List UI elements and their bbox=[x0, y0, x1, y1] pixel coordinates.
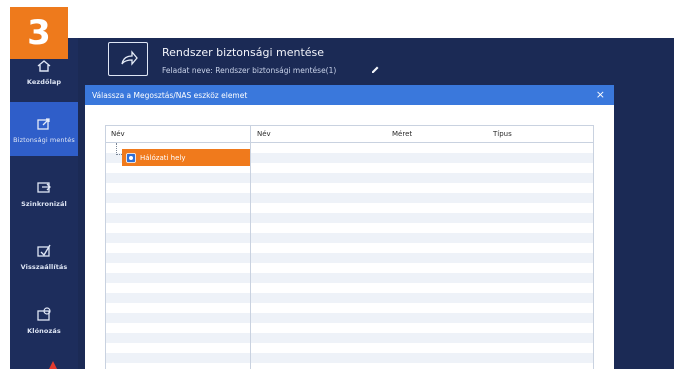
pencil-icon[interactable] bbox=[370, 65, 380, 75]
list-rows bbox=[251, 143, 593, 369]
list-column-headers: Név Méret Típus bbox=[251, 126, 593, 143]
app-window: Kezdőlap Biztonsági mentés Szinkronizál … bbox=[10, 38, 674, 369]
home-icon bbox=[37, 59, 51, 72]
tree-item-label: Hálózati hely bbox=[140, 153, 186, 162]
page-title: Rendszer biztonsági mentése bbox=[162, 46, 325, 59]
column-header-name: Név bbox=[111, 130, 125, 138]
backup-header-icon bbox=[108, 42, 148, 76]
network-location-icon bbox=[126, 152, 136, 163]
location-tree-panel: Név Hálózati hely bbox=[105, 125, 252, 369]
share-nas-dialog: Válassza a Megosztás/NAS eszköz elemet ×… bbox=[85, 85, 614, 369]
sidebar-item-label: Visszaállítás bbox=[20, 262, 68, 271]
sidebar-item-label: Klónozás bbox=[27, 326, 61, 335]
tree-rows bbox=[106, 143, 251, 369]
backup-icon bbox=[37, 117, 50, 130]
dialog-titlebar: Válassza a Megosztás/NAS eszköz elemet × bbox=[85, 85, 614, 105]
sidebar-item-sync[interactable]: Szinkronizál bbox=[10, 168, 78, 218]
sidebar-item-backup[interactable]: Biztonsági mentés bbox=[10, 102, 78, 156]
task-name-label: Feladat neve: Rendszer biztonsági mentés… bbox=[162, 66, 337, 75]
close-icon[interactable]: × bbox=[596, 88, 605, 101]
header: Rendszer biztonsági mentése Feladat neve… bbox=[78, 38, 674, 82]
sidebar-item-label: Kezdőlap bbox=[26, 77, 62, 86]
alert-icon bbox=[49, 361, 57, 369]
tree-item-network-location[interactable]: Hálózati hely bbox=[122, 149, 250, 166]
sync-icon bbox=[37, 181, 51, 193]
column-header-name[interactable]: Név bbox=[257, 130, 271, 138]
file-list-panel: Név Méret Típus bbox=[250, 125, 594, 369]
column-header-size[interactable]: Méret bbox=[392, 130, 412, 138]
dialog-title: Válassza a Megosztás/NAS eszköz elemet bbox=[92, 90, 248, 100]
clone-icon bbox=[37, 306, 51, 321]
sidebar-item-label: Biztonsági mentés bbox=[13, 135, 75, 144]
column-header-type[interactable]: Típus bbox=[493, 130, 512, 138]
sidebar-item-label: Szinkronizál bbox=[21, 199, 67, 208]
sidebar-item-clone[interactable]: Klónozás bbox=[10, 296, 78, 344]
sidebar: Kezdőlap Biztonsági mentés Szinkronizál … bbox=[10, 38, 78, 369]
sidebar-item-restore[interactable]: Visszaállítás bbox=[10, 232, 78, 280]
step-number-badge: 3 bbox=[10, 7, 68, 59]
tree-column-header: Név bbox=[106, 126, 251, 143]
restore-icon bbox=[37, 244, 51, 257]
